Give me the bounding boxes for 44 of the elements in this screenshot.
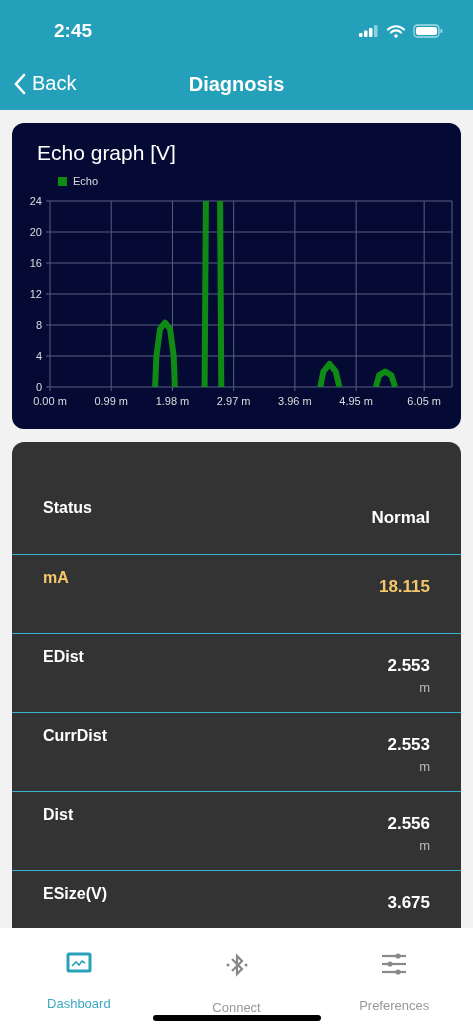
reading-value: 3.675 xyxy=(387,893,430,913)
x-axis-label: 6.05 m xyxy=(407,395,441,407)
tab-bar-item[interactable]: Connect xyxy=(157,928,316,1024)
x-axis-label: 0.00 m xyxy=(33,395,67,407)
y-axis-label: 0 xyxy=(35,381,42,393)
y-axis-label: 8 xyxy=(35,319,42,331)
chevron-left-icon xyxy=(14,72,26,95)
reading-unit: m xyxy=(419,759,430,774)
y-axis-label: 12 xyxy=(29,288,42,300)
reading-value: 2.553 xyxy=(387,735,430,755)
back-button[interactable]: Back xyxy=(10,68,81,99)
x-axis-label: 1.98 m xyxy=(155,395,190,407)
reading-value: Normal xyxy=(371,508,430,528)
status-time: 2:45 xyxy=(54,20,93,42)
reading-unit: m xyxy=(419,680,430,695)
x-axis-label: 0.99 m xyxy=(94,395,129,407)
x-axis-label: 4.95 m xyxy=(339,395,373,407)
y-axis-label: 16 xyxy=(29,257,42,269)
reading-unit: m xyxy=(419,838,430,853)
chart-screen-icon xyxy=(65,952,92,974)
x-axis-label: 3.96 m xyxy=(278,395,312,407)
bluetooth-icon xyxy=(224,952,249,978)
reading-label: EDist xyxy=(43,648,84,666)
x-axis-label: 2.97 m xyxy=(216,395,251,407)
chart-title: Echo graph [V] xyxy=(37,141,177,165)
reading-label: ESize(V) xyxy=(43,885,107,903)
sliders-icon xyxy=(381,952,408,976)
reading-value: 2.556 xyxy=(387,814,430,834)
reading-label: Status xyxy=(43,499,92,517)
legend-label: Echo xyxy=(73,175,99,187)
reading-label: CurrDist xyxy=(43,727,107,745)
reading-label: mA xyxy=(43,569,69,587)
battery-icon xyxy=(413,24,443,38)
tab-bar-item[interactable]: Preferences xyxy=(315,928,473,1024)
y-axis-label: 24 xyxy=(29,195,42,207)
y-axis-label: 20 xyxy=(29,226,42,238)
wifi-icon xyxy=(387,24,405,38)
tab-bar-item[interactable]: Dashboard xyxy=(0,928,158,1024)
y-axis-label: 4 xyxy=(35,350,42,362)
reading-value: 18.115 xyxy=(378,577,430,597)
reading-label: Dist xyxy=(43,806,74,824)
reading-value: 2.553 xyxy=(387,656,430,676)
signal-icon xyxy=(359,25,379,37)
page-title: Diagnosis xyxy=(188,72,285,96)
